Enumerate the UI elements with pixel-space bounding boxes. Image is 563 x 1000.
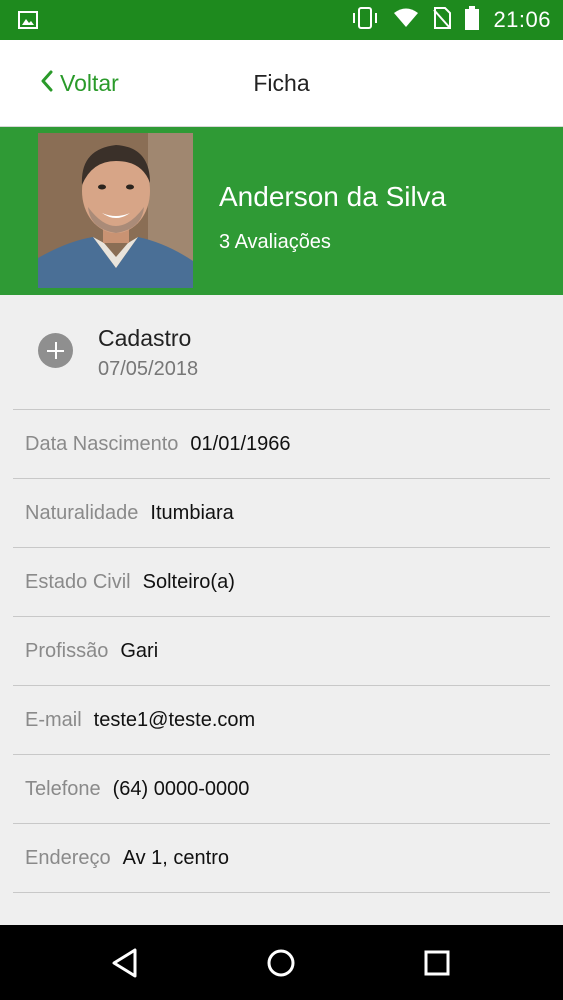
field-label: Naturalidade: [25, 502, 139, 524]
app-bar: Ficha Voltar: [0, 40, 563, 127]
vibrate-icon: [351, 6, 379, 34]
field-marital-status: Estado Civil Solteiro(a): [0, 548, 563, 617]
image-icon: [18, 11, 38, 34]
nav-back-icon[interactable]: [107, 945, 143, 981]
field-value: 01/01/1966: [190, 433, 291, 455]
field-label: Endereço: [25, 847, 111, 869]
wifi-icon: [393, 8, 419, 33]
cadastro-title: Cadastro: [98, 325, 192, 351]
nav-recents-icon[interactable]: [419, 945, 455, 981]
profile-reviews[interactable]: 3 Avaliações: [219, 231, 331, 254]
field-value: Itumbiara: [150, 502, 234, 524]
details-list: Data Nascimento 01/01/1966 Naturalidade …: [0, 410, 563, 893]
clock: 21:06: [493, 7, 551, 32]
chevron-left-icon: [40, 70, 54, 97]
field-value: (64) 0000-0000: [112, 778, 250, 800]
field-email: E-mail teste1@teste.com: [0, 686, 563, 755]
field-profession: Profissão Gari: [0, 617, 563, 686]
field-value: Gari: [120, 640, 159, 662]
field-birthplace: Naturalidade Itumbiara: [0, 479, 563, 548]
avatar: [38, 133, 193, 288]
field-value: Solteiro(a): [142, 571, 235, 593]
back-button[interactable]: Voltar: [40, 40, 119, 126]
plus-icon[interactable]: [38, 333, 73, 368]
nav-home-icon[interactable]: [263, 945, 299, 981]
status-bar: 21:06: [0, 0, 563, 40]
field-value: Av 1, centro: [122, 847, 229, 869]
navigation-bar: [0, 925, 563, 1000]
field-label: Profissão: [25, 640, 109, 662]
field-label: E-mail: [25, 709, 82, 731]
field-phone: Telefone (64) 0000-0000: [0, 755, 563, 824]
no-sim-icon: [433, 6, 452, 34]
field-value: teste1@teste.com: [93, 709, 256, 731]
back-label: Voltar: [60, 69, 119, 96]
battery-icon: [465, 5, 480, 35]
field-label: Data Nascimento: [25, 433, 179, 455]
field-address: Endereço Av 1, centro: [0, 824, 563, 893]
field-label: Estado Civil: [25, 571, 131, 593]
field-birth-date: Data Nascimento 01/01/1966: [0, 410, 563, 479]
profile-name: Anderson da Silva: [219, 181, 447, 212]
profile-header: Anderson da Silva 3 Avaliações: [0, 127, 563, 295]
cadastro-date: 07/05/2018: [98, 358, 199, 380]
cadastro-section: Cadastro 07/05/2018: [0, 295, 563, 409]
field-label: Telefone: [25, 778, 101, 800]
